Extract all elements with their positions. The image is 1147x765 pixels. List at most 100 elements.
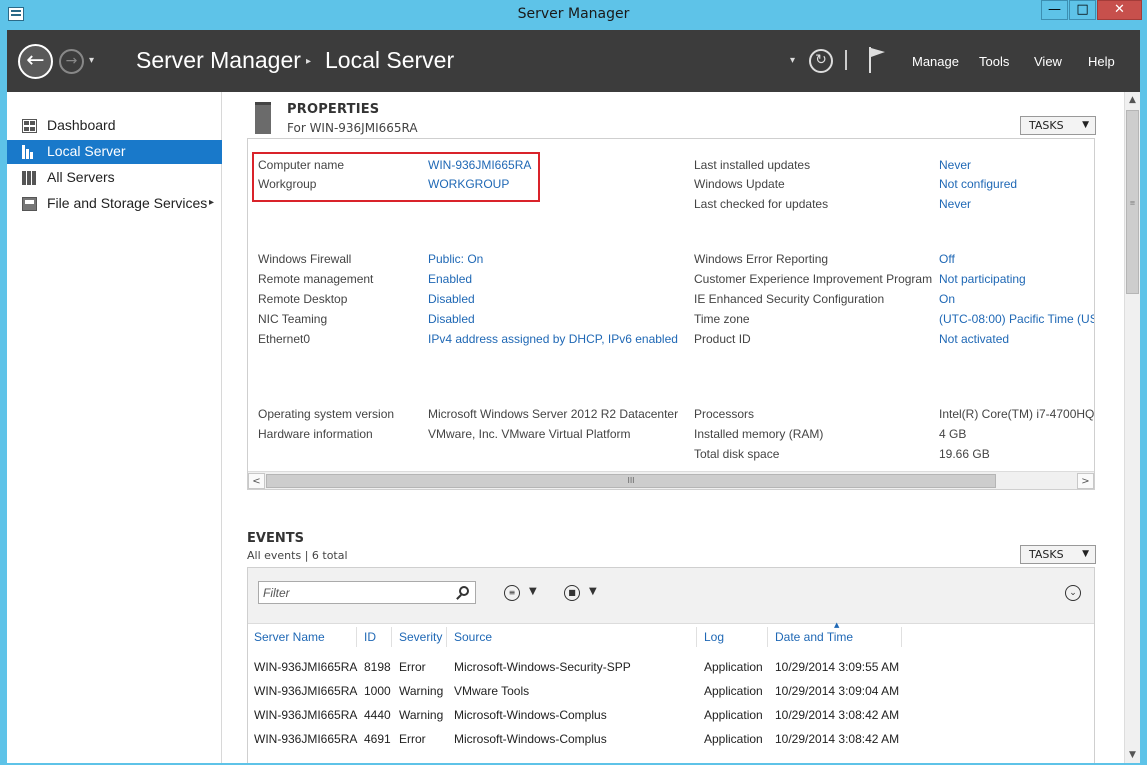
prop-value-error-reporting[interactable]: Off — [939, 252, 955, 266]
prop-value-ie-esc[interactable]: On — [939, 292, 955, 306]
sidebar-item-local-server[interactable]: Local Server — [7, 140, 222, 164]
breadcrumb-dropdown-icon[interactable]: ▾ — [790, 55, 795, 66]
events-tasks-button[interactable]: TASKS ▼ — [1020, 545, 1096, 564]
prop-label-remote-desktop: Remote Desktop — [258, 292, 348, 306]
properties-hscrollbar[interactable]: < III > — [248, 471, 1094, 489]
tasks-label: TASKS — [1029, 548, 1064, 561]
filter-input[interactable] — [259, 582, 449, 603]
window-titlebar: Server Manager — □ ✕ — [0, 0, 1147, 30]
prop-value-processors: Intel(R) Core(TM) i7-4700HQ C — [939, 407, 1095, 421]
minimize-button[interactable]: — — [1041, 0, 1068, 20]
maximize-button[interactable]: □ — [1069, 0, 1096, 20]
column-divider[interactable] — [767, 627, 768, 647]
col-severity[interactable]: Severity — [399, 630, 442, 644]
prop-value-firewall[interactable]: Public: On — [428, 252, 483, 266]
cell-log: Application — [704, 708, 763, 722]
prop-value-nic-teaming[interactable]: Disabled — [428, 312, 475, 326]
table-row[interactable]: WIN-936JMI665RA 8198 Error Microsoft-Win… — [248, 656, 1094, 680]
sidebar-item-label: All Servers — [47, 169, 115, 185]
sidebar-item-label: Local Server — [47, 143, 126, 159]
save-query-icon[interactable]: ■ — [564, 585, 580, 601]
menu-help[interactable]: Help — [1088, 54, 1115, 69]
col-source[interactable]: Source — [454, 630, 492, 644]
main-content: PROPERTIES For WIN-936JMI665RA TASKS ▼ C… — [223, 92, 1123, 763]
prop-value-last-installed-updates[interactable]: Never — [939, 158, 971, 172]
prop-value-remote-management[interactable]: Enabled — [428, 272, 472, 286]
table-row[interactable]: WIN-936JMI665RA 4440 Warning Microsoft-W… — [248, 704, 1094, 728]
expand-icon[interactable]: ⌄ — [1065, 585, 1081, 601]
filter-box — [258, 581, 476, 604]
forward-button[interactable]: → — [59, 49, 84, 74]
menu-manage[interactable]: Manage — [912, 54, 959, 69]
window-title: Server Manager — [517, 6, 630, 22]
col-server-name[interactable]: Server Name — [254, 630, 325, 644]
prop-value-time-zone[interactable]: (UTC-08:00) Pacific Time (US & — [939, 312, 1094, 326]
col-id[interactable]: ID — [364, 630, 376, 644]
prop-value-ethernet0[interactable]: IPv4 address assigned by DHCP, IPv6 enab… — [428, 332, 678, 346]
cell-severity: Warning — [399, 708, 444, 722]
chevron-down-icon[interactable]: ▼ — [589, 586, 597, 597]
scroll-down-button[interactable]: ▼ — [1125, 747, 1140, 763]
dashboard-icon — [22, 119, 37, 133]
prop-value-last-checked[interactable]: Never — [939, 197, 971, 211]
notifications-flag-icon[interactable] — [868, 47, 886, 73]
table-row[interactable]: WIN-936JMI665RA 1000 Warning VMware Tool… — [248, 680, 1094, 704]
col-date-time[interactable]: Date and Time — [775, 630, 853, 644]
main-vscrollbar[interactable]: ▲ ≡ ▼ — [1124, 92, 1140, 763]
list-options-icon[interactable]: ≡ — [504, 585, 520, 601]
prop-label-hardware: Hardware information — [258, 427, 373, 441]
column-divider[interactable] — [446, 627, 447, 647]
sidebar-item-all-servers[interactable]: All Servers — [7, 166, 222, 190]
sidebar-item-file-storage[interactable]: File and Storage Services ▸ — [7, 192, 222, 216]
chevron-right-icon[interactable]: ▸ — [209, 197, 214, 208]
menu-tools[interactable]: Tools — [979, 54, 1009, 69]
scroll-left-button[interactable]: < — [248, 473, 265, 489]
scroll-thumb[interactable]: ≡ — [1126, 110, 1139, 294]
prop-value-product-id[interactable]: Not activated — [939, 332, 1009, 346]
file-storage-icon — [22, 197, 37, 211]
column-divider[interactable] — [901, 627, 902, 647]
scroll-thumb[interactable]: III — [266, 474, 996, 488]
events-title: EVENTS — [247, 531, 304, 546]
col-log[interactable]: Log — [704, 630, 724, 644]
prop-label-last-checked: Last checked for updates — [694, 197, 829, 211]
scroll-right-button[interactable]: > — [1077, 473, 1094, 489]
prop-value-windows-update[interactable]: Not configured — [939, 177, 1017, 191]
scroll-up-button[interactable]: ▲ — [1125, 92, 1140, 108]
menu-view[interactable]: View — [1034, 54, 1062, 69]
events-table-header: Server Name ID Severity Source Log Date … — [248, 621, 1094, 649]
breadcrumb-server-manager[interactable]: Server Manager — [136, 47, 301, 74]
cell-log: Application — [704, 684, 763, 698]
cell-severity: Error — [399, 660, 426, 674]
prop-label-windows-update: Windows Update — [694, 177, 785, 191]
back-button[interactable]: ← — [18, 44, 53, 79]
chevron-down-icon: ▼ — [1082, 120, 1089, 130]
tasks-label: TASKS — [1029, 119, 1064, 132]
column-divider[interactable] — [356, 627, 357, 647]
close-button[interactable]: ✕ — [1097, 0, 1142, 20]
sidebar-item-label: Dashboard — [47, 117, 116, 133]
history-dropdown-icon[interactable]: ▾ — [89, 55, 94, 66]
cell-source: Microsoft-Windows-Complus — [454, 732, 607, 746]
properties-tasks-button[interactable]: TASKS ▼ — [1020, 116, 1096, 135]
prop-value-workgroup[interactable]: WORKGROUP — [428, 177, 509, 191]
prop-value-computer-name[interactable]: WIN-936JMI665RA — [428, 158, 531, 172]
prop-label-time-zone: Time zone — [694, 312, 750, 326]
prop-value-remote-desktop[interactable]: Disabled — [428, 292, 475, 306]
column-divider[interactable] — [391, 627, 392, 647]
sidebar-item-dashboard[interactable]: Dashboard — [7, 114, 222, 138]
app-header: ← → ▾ Server Manager ▸ Local Server ▾ ↻ … — [7, 30, 1140, 92]
search-icon[interactable] — [459, 586, 469, 596]
cell-source: Microsoft-Windows-Complus — [454, 708, 607, 722]
local-server-icon — [22, 145, 37, 159]
cell-date-time: 10/29/2014 3:09:55 AM — [775, 660, 900, 674]
chevron-down-icon[interactable]: ▼ — [529, 586, 537, 597]
cell-id: 1000 — [364, 684, 391, 698]
prop-value-disk-space: 19.66 GB — [939, 447, 990, 461]
prop-value-ceip[interactable]: Not participating — [939, 272, 1026, 286]
refresh-icon[interactable]: ↻ — [809, 49, 833, 73]
column-divider[interactable] — [696, 627, 697, 647]
chevron-down-icon: ▼ — [1082, 549, 1089, 559]
cell-date-time: 10/29/2014 3:08:42 AM — [775, 708, 900, 722]
table-row[interactable]: WIN-936JMI665RA 4691 Error Microsoft-Win… — [248, 728, 1094, 752]
